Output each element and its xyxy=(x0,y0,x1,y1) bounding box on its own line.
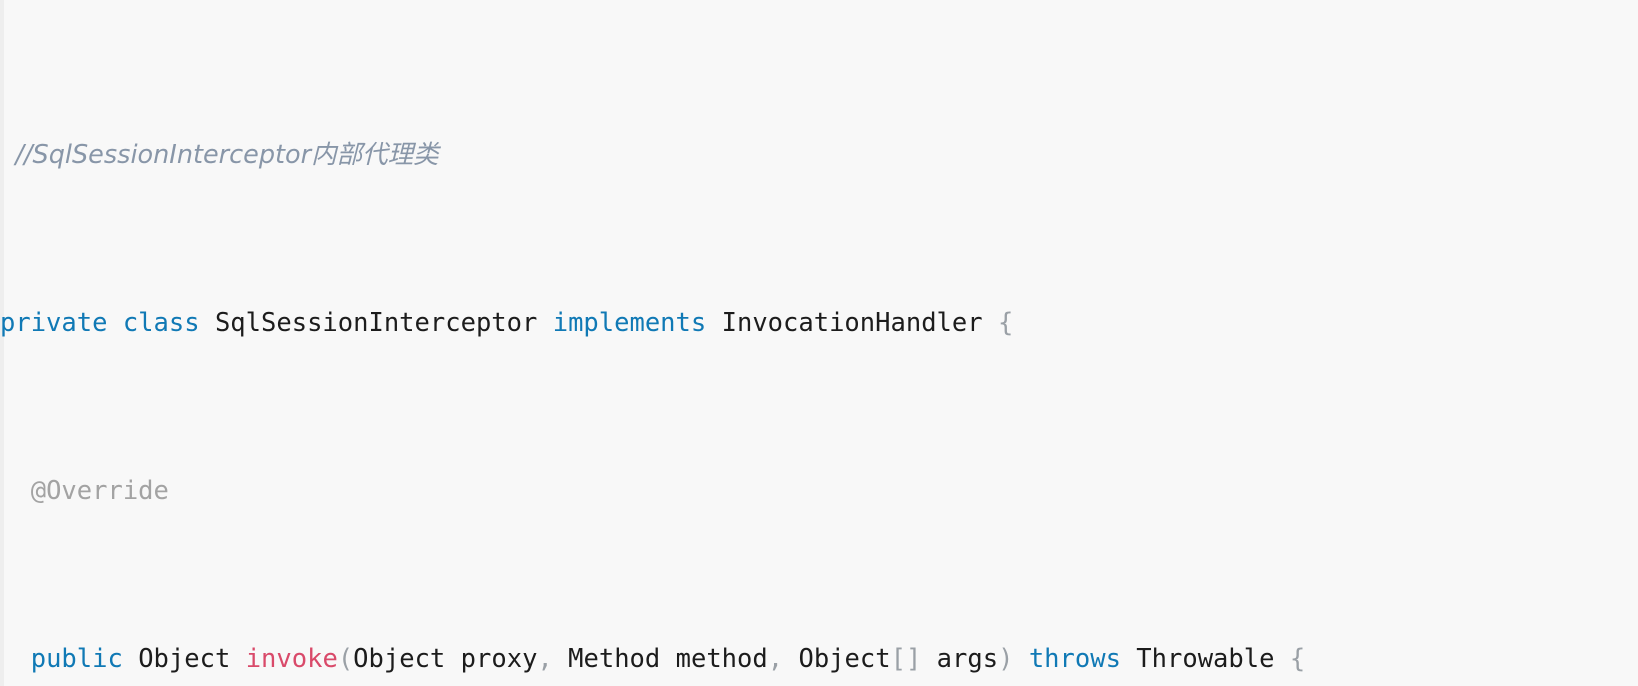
param-type-method: Method xyxy=(568,644,661,674)
paren-open: ( xyxy=(337,644,354,674)
code-block[interactable]: //SqlSessionInterceptor内部代理类 private cla… xyxy=(0,0,1638,686)
keyword-throws: throws xyxy=(1028,644,1121,674)
param-proxy: proxy xyxy=(460,644,538,674)
code-line-1: //SqlSessionInterceptor内部代理类 xyxy=(0,134,1638,176)
comma: , xyxy=(767,644,784,674)
param-type-object-array: Object xyxy=(798,644,891,674)
keyword-private: private xyxy=(0,308,108,338)
brace-open: { xyxy=(997,308,1014,338)
keyword-class: class xyxy=(122,308,200,338)
type-invocationhandler: InvocationHandler xyxy=(721,308,983,338)
code-line-3: @Override xyxy=(0,470,1638,512)
paren-close: ) xyxy=(998,644,1014,674)
type-throwable: Throwable xyxy=(1136,644,1275,674)
method-invoke: invoke xyxy=(245,644,338,674)
type-sqlsessioninterceptor: SqlSessionInterceptor xyxy=(214,308,538,338)
code-viewer: //SqlSessionInterceptor内部代理类 private cla… xyxy=(0,0,1638,686)
annotation-override: @Override xyxy=(30,476,169,506)
comma: , xyxy=(537,644,553,674)
param-method: method xyxy=(675,644,768,674)
param-type-object: Object xyxy=(353,644,446,674)
param-args: args xyxy=(936,644,999,674)
keyword-public: public xyxy=(30,644,123,674)
brackets: [] xyxy=(890,644,922,674)
return-type-object: Object xyxy=(138,644,231,674)
keyword-implements: implements xyxy=(552,308,707,338)
comment-class-proxy: //SqlSessionInterceptor内部代理类 xyxy=(15,140,439,170)
code-line-4: public Object invoke(Object proxy, Metho… xyxy=(0,638,1638,680)
code-line-2: private class SqlSessionInterceptor impl… xyxy=(0,302,1638,344)
brace-open: { xyxy=(1289,644,1306,674)
